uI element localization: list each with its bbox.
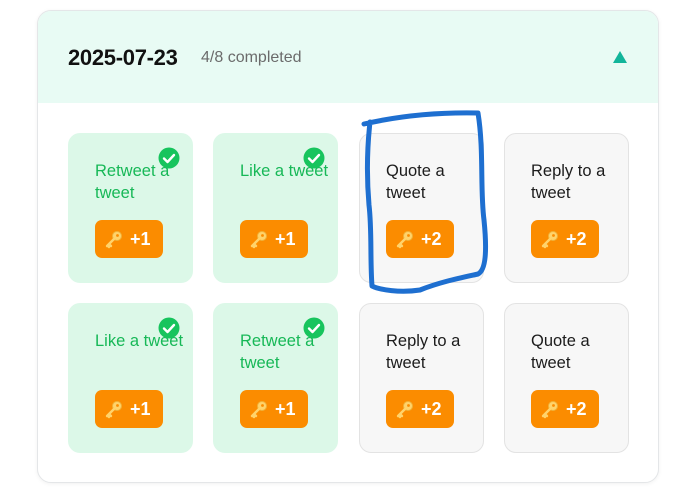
task-card[interactable]: Like a tweet +1 — [68, 303, 193, 453]
key-icon — [395, 229, 421, 249]
check-circle-icon — [158, 317, 180, 339]
caret-up-icon[interactable] — [611, 49, 629, 65]
task-label: Reply to a tweet — [386, 332, 461, 372]
check-circle-icon — [303, 317, 325, 339]
reward-amount: +1 — [275, 228, 296, 249]
reward-amount: +2 — [421, 228, 442, 249]
reward-badge: +2 — [531, 220, 599, 258]
reward-badge: +1 — [95, 220, 163, 258]
task-card[interactable]: Retweet a tweet +1 — [68, 133, 193, 283]
task-card[interactable]: Reply to a tweet +2 — [359, 303, 484, 453]
check-circle-icon — [303, 147, 325, 169]
key-icon — [395, 399, 421, 419]
task-card[interactable]: Like a tweet +1 — [213, 133, 338, 283]
reward-amount: +2 — [566, 398, 587, 419]
reward-badge: +1 — [95, 390, 163, 428]
task-date: 2025-07-23 — [68, 45, 178, 70]
task-card[interactable]: Reply to a tweet +2 — [504, 133, 629, 283]
key-icon — [540, 229, 566, 249]
key-icon — [249, 399, 275, 419]
key-icon — [540, 399, 566, 419]
task-label: Quote a tweet — [386, 162, 445, 202]
reward-badge: +1 — [240, 220, 308, 258]
key-icon — [104, 229, 130, 249]
completion-progress: 4/8 completed — [201, 49, 302, 66]
task-label: Reply to a tweet — [531, 162, 606, 202]
task-card[interactable]: Quote a tweet +2 — [359, 133, 484, 283]
reward-badge: +1 — [240, 390, 308, 428]
task-label: Quote a tweet — [531, 332, 590, 372]
task-card[interactable]: Retweet a tweet +1 — [213, 303, 338, 453]
key-icon — [104, 399, 130, 419]
key-icon — [249, 229, 275, 249]
reward-amount: +2 — [421, 398, 442, 419]
reward-amount: +1 — [130, 398, 151, 419]
reward-amount: +1 — [130, 228, 151, 249]
reward-badge: +2 — [386, 390, 454, 428]
reward-badge: +2 — [386, 220, 454, 258]
check-circle-icon — [158, 147, 180, 169]
reward-badge: +2 — [531, 390, 599, 428]
reward-amount: +2 — [566, 228, 587, 249]
task-card[interactable]: Quote a tweet +2 — [504, 303, 629, 453]
card-header[interactable]: 2025-07-23 4/8 completed — [38, 11, 658, 103]
reward-amount: +1 — [275, 398, 296, 419]
